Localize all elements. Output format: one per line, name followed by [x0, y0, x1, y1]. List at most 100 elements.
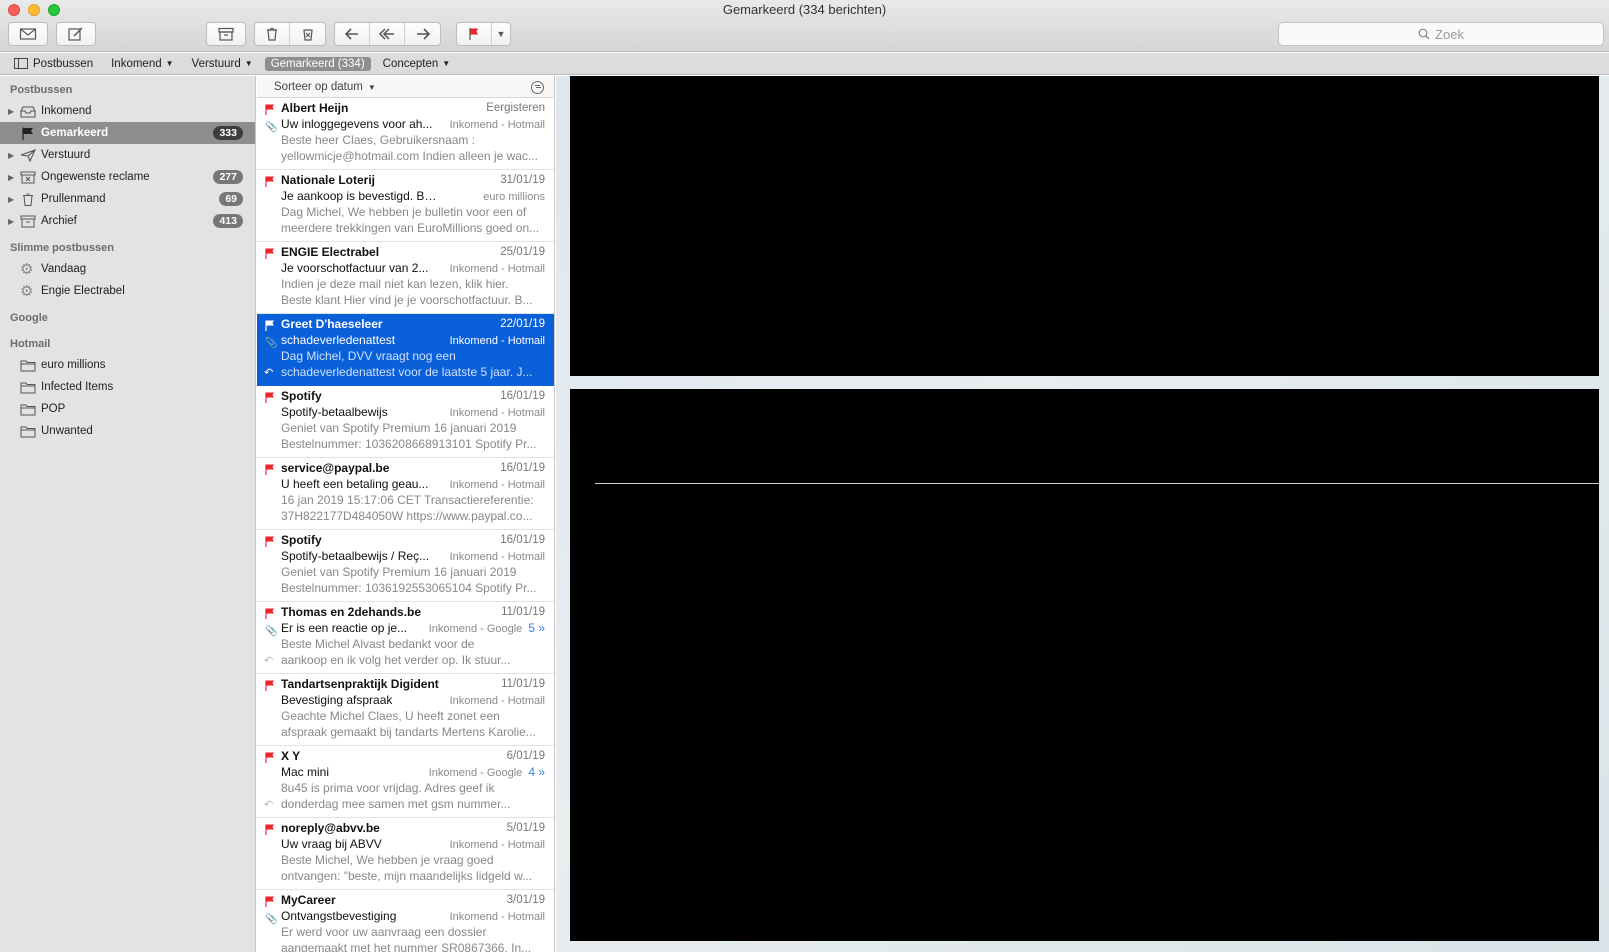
message-sender: service@paypal.be	[281, 461, 390, 475]
favorite-label: Verstuurd	[191, 57, 241, 70]
message-row[interactable]: ↶ X Y 6/01/19 Mac mini Inkomend - Google 4 » 8…	[257, 746, 554, 818]
favorite-verstuurd[interactable]: Verstuurd ▼	[192, 58, 253, 70]
flag-icon	[265, 464, 274, 475]
message-row[interactable]: 📎 ↶ Thomas en 2dehands.be 11/01/19 Er is een…	[257, 602, 554, 674]
messages-container: 📎 Albert Heijn Eergisteren Uw inloggegevens…	[257, 98, 554, 952]
flag-button[interactable]	[457, 23, 492, 45]
search-field[interactable]: Zoek	[1278, 22, 1604, 46]
sidebar-item-archief[interactable]: ▶ Archief 413	[0, 210, 255, 232]
message-preview-line-2: yellowmicje@hotmail.com Indien alleen je…	[281, 148, 538, 163]
message-row[interactable]: Spotify 16/01/19 Spotify-betaalbewijs Inkom…	[257, 386, 554, 458]
flag-icon	[265, 320, 274, 331]
message-row[interactable]: noreply@abvv.be 5/01/19 Uw vraag bij ABVV I…	[257, 818, 554, 890]
message-sender: Tandartsenpraktijk Digident	[281, 677, 439, 691]
message-row[interactable]: 📎 MyCareer 3/01/19 Ontvangstbevestiging Inko…	[257, 890, 554, 952]
delete-button[interactable]	[255, 23, 290, 45]
message-preview-line-1: Indien je deze mail niet kan lezen, klik…	[281, 277, 509, 291]
favorite-postbussen[interactable]: Postbussen	[14, 58, 93, 70]
disclosure-triangle-icon[interactable]: ▶	[8, 151, 14, 160]
reply-all-button[interactable]	[370, 23, 405, 45]
reply-icon	[344, 28, 358, 40]
favorite-concepten[interactable]: Concepten ▼	[383, 58, 451, 70]
forward-icon	[416, 28, 430, 40]
message-row[interactable]: 📎 ↶ Greet D'haeseleer 22/01/19 schadeverlede…	[257, 314, 554, 386]
filter-icon[interactable]	[531, 81, 544, 94]
junk-button[interactable]	[290, 23, 325, 45]
message-row[interactable]: Spotify 16/01/19 Spotify-betaalbewijs / Re…	[257, 530, 554, 602]
sidebar-item-label: euro millions	[41, 359, 106, 371]
sidebar-item-label: POP	[41, 403, 66, 415]
message-date: 16/01/19	[500, 534, 545, 546]
paperclip-icon: 📎	[265, 338, 278, 349]
message-mailbox: Inkomend - Hotmail	[449, 406, 545, 419]
message-subject: Uw vraag bij ABVV	[281, 836, 382, 851]
message-sender: Spotify	[281, 533, 322, 547]
sidebar-item-pop[interactable]: POP	[0, 398, 255, 420]
message-row[interactable]: Tandartsenpraktijk Digident 11/01/19 Beves…	[257, 674, 554, 746]
sidebar-item-ongewenste-reclame[interactable]: ▶ Ongewenste reclame 277	[0, 166, 255, 188]
message-row[interactable]: service@paypal.be 16/01/19 U heeft een bet…	[257, 458, 554, 530]
chevron-down-icon: ▼	[165, 59, 174, 68]
sidebar-section-hotmail[interactable]: Hotmail	[0, 334, 255, 354]
sidebar-item-euro-millions[interactable]: euro millions	[0, 354, 255, 376]
flag-icon	[265, 824, 274, 835]
forward-button[interactable]	[405, 23, 440, 45]
disclosure-triangle-icon[interactable]: ▶	[8, 107, 14, 116]
replied-icon: ↶	[264, 367, 274, 379]
sidebar-item-unwanted[interactable]: Unwanted	[0, 420, 255, 442]
message-mailbox: Inkomend - Hotmail	[449, 694, 545, 707]
sidebar-item-prullenmand[interactable]: ▶ Prullenmand 69	[0, 188, 255, 210]
message-sender: MyCareer	[281, 893, 336, 907]
get-mail-button[interactable]	[8, 22, 48, 46]
message-preview-line-2: aankoop en ik volg het verder op. Ik stu…	[281, 652, 511, 667]
archive-button[interactable]	[206, 22, 246, 46]
folder-icon	[20, 402, 36, 416]
compose-button[interactable]	[56, 22, 96, 46]
chevron-down-icon: ▼	[367, 82, 376, 92]
message-date: 6/01/19	[506, 750, 545, 762]
sidebar-section-slimme-postbussen[interactable]: Slimme postbussen	[0, 238, 255, 258]
sidebar-item-verstuurd[interactable]: ▶ Verstuurd	[0, 144, 255, 166]
flag-icon	[265, 752, 274, 763]
message-subject: Je aankoop is bevestigd. Bedan...	[281, 188, 441, 203]
message-preview-line-1: Dag Michel, DVV vraagt nog een	[281, 349, 456, 363]
thread-count[interactable]: 4 »	[528, 765, 545, 779]
message-subject: Je voorschotfactuur van 2...	[281, 260, 429, 275]
folder-icon	[20, 424, 36, 438]
search-placeholder: Zoek	[1435, 26, 1464, 42]
flag-icon	[20, 126, 36, 140]
message-row[interactable]: ENGIE Electrabel 25/01/19 Je voorschotfact…	[257, 242, 554, 314]
flag-menu-button[interactable]: ▼	[492, 23, 510, 45]
sort-button[interactable]: Sorteer op datum ▼	[274, 81, 376, 93]
sidebar-item-label: Prullenmand	[41, 193, 106, 205]
sidebar-item-infected-items[interactable]: Infected Items	[0, 376, 255, 398]
sidebar-item-gemarkeerd[interactable]: Gemarkeerd 333	[0, 122, 255, 144]
delete-junk-group	[254, 22, 326, 46]
disclosure-triangle-icon[interactable]: ▶	[8, 173, 14, 182]
message-preview-line-1: Er werd voor uw aanvraag een dossier	[281, 925, 487, 939]
disclosure-triangle-icon[interactable]: ▶	[8, 195, 14, 204]
message-row[interactable]: Nationale Loterij 31/01/19 Je aankoop is b…	[257, 170, 554, 242]
favorite-inkomend[interactable]: Inkomend ▼	[111, 58, 173, 70]
folder-icon	[20, 380, 36, 394]
favorite-label: Inkomend	[111, 57, 162, 70]
sidebar-item-engie-electrabel[interactable]: ⚙ Engie Electrabel	[0, 280, 255, 302]
toolbar: Gemarkeerd (334 berichten) ▼ Zoek	[0, 0, 1609, 52]
flag-icon	[265, 104, 274, 115]
message-preview-line-2: Bestelnummer: 1036192553065104 Spotify P…	[281, 580, 537, 595]
message-row[interactable]: 📎 Albert Heijn Eergisteren Uw inloggegevens…	[257, 98, 554, 170]
sidebar-section-google[interactable]: Google	[0, 308, 255, 328]
flag-icon	[265, 392, 274, 403]
sidebar-section-postbussen[interactable]: Postbussen	[0, 80, 255, 100]
sidebar-item-vandaag[interactable]: ⚙ Vandaag	[0, 258, 255, 280]
favorite-gemarkeerd[interactable]: Gemarkeerd (334)	[264, 56, 371, 71]
reply-button[interactable]	[335, 23, 370, 45]
flag-icon	[265, 536, 274, 547]
disclosure-triangle-icon[interactable]: ▶	[8, 217, 14, 226]
sidebar-item-inkomend[interactable]: ▶ Inkomend	[0, 100, 255, 122]
sidebar-item-label: Unwanted	[41, 425, 93, 437]
message-date: 5/01/19	[506, 822, 545, 834]
message-preview-line-2: meerdere trekkingen van EuroMillions goe…	[281, 220, 540, 235]
unread-count-badge: 413	[213, 214, 243, 228]
thread-count[interactable]: 5 »	[528, 621, 545, 635]
